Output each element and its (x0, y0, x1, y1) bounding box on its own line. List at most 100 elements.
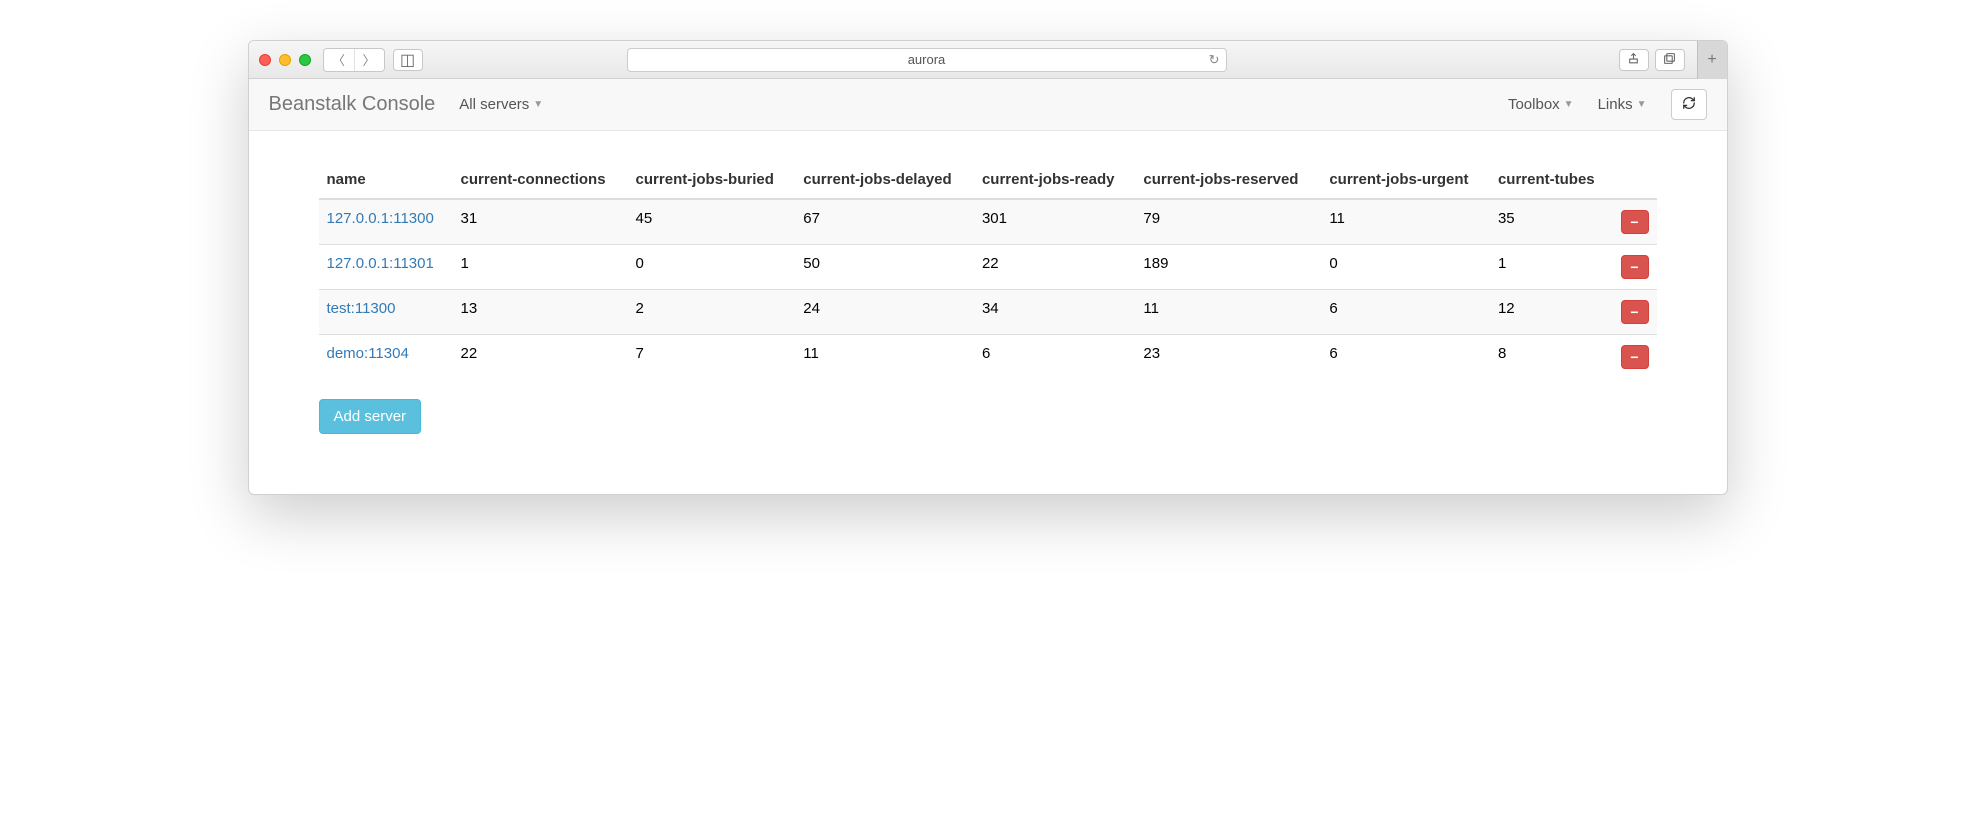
cell-delayed: 24 (795, 290, 974, 335)
cell-delayed: 67 (795, 199, 974, 245)
plus-icon: + (1707, 51, 1716, 69)
window-close-button[interactable] (259, 54, 271, 66)
th-actions (1613, 161, 1657, 199)
share-icon (1627, 52, 1640, 68)
th-tubes: current-tubes (1490, 161, 1613, 199)
th-urgent: current-jobs-urgent (1321, 161, 1490, 199)
tabs-icon (1663, 52, 1676, 68)
new-tab-button[interactable]: + (1697, 41, 1727, 79)
cell-ready: 301 (974, 199, 1135, 245)
cell-delayed: 11 (795, 335, 974, 380)
server-link[interactable]: 127.0.0.1:11300 (327, 210, 434, 227)
th-reserved: current-jobs-reserved (1135, 161, 1321, 199)
nav-back-forward: 〈 〉 (323, 48, 385, 72)
cell-buried: 45 (628, 199, 796, 245)
cell-tubes: 1 (1490, 245, 1613, 290)
cell-tubes: 8 (1490, 335, 1613, 380)
server-link[interactable]: demo:11304 (327, 345, 409, 362)
table-row: demo:113042271162368− (319, 335, 1657, 380)
cell-tubes: 12 (1490, 290, 1613, 335)
cell-actions: − (1613, 199, 1657, 245)
table-row: 127.0.0.1:1130110502218901− (319, 245, 1657, 290)
sidebar-toggle-button[interactable]: ◫ (393, 49, 423, 71)
cell-name: 127.0.0.1:11301 (319, 245, 453, 290)
refresh-button[interactable] (1671, 89, 1707, 120)
caret-down-icon: ▼ (1637, 99, 1647, 110)
cell-buried: 2 (628, 290, 796, 335)
minus-icon: − (1630, 304, 1638, 320)
titlebar: 〈 〉 ◫ aurora ↻ + (249, 41, 1727, 79)
cell-reserved: 189 (1135, 245, 1321, 290)
server-link[interactable]: test:11300 (327, 300, 396, 317)
th-connections: current-connections (453, 161, 628, 199)
cell-urgent: 11 (1321, 199, 1490, 245)
add-server-button[interactable]: Add server (319, 399, 422, 434)
minus-icon: − (1630, 214, 1638, 230)
cell-delayed: 50 (795, 245, 974, 290)
server-link[interactable]: 127.0.0.1:11301 (327, 255, 434, 272)
cell-ready: 6 (974, 335, 1135, 380)
cell-name: 127.0.0.1:11300 (319, 199, 453, 245)
cell-connections: 13 (453, 290, 628, 335)
nav-links-label: Links (1598, 96, 1633, 113)
traffic-lights (259, 54, 311, 66)
delete-server-button[interactable]: − (1621, 345, 1649, 369)
delete-server-button[interactable]: − (1621, 300, 1649, 324)
th-buried: current-jobs-buried (628, 161, 796, 199)
delete-server-button[interactable]: − (1621, 255, 1649, 279)
cell-reserved: 23 (1135, 335, 1321, 380)
nav-all-servers-label: All servers (459, 96, 529, 113)
refresh-icon (1682, 97, 1696, 113)
cell-name: test:11300 (319, 290, 453, 335)
table-row: 127.0.0.1:11300 314567301791135 − (319, 199, 1657, 245)
th-delayed: current-jobs-delayed (795, 161, 974, 199)
address-text: aurora (908, 52, 946, 67)
cell-actions: − (1613, 335, 1657, 380)
table-header-row: name current-connections current-jobs-bu… (319, 161, 1657, 199)
back-button[interactable]: 〈 (324, 49, 354, 71)
chevron-right-icon: 〉 (362, 50, 375, 69)
delete-server-button[interactable]: − (1621, 210, 1649, 234)
th-ready: current-jobs-ready (974, 161, 1135, 199)
navbar-right: Toolbox ▼ Links ▼ (1508, 89, 1707, 120)
navbar: Beanstalk Console All servers ▼ Toolbox … (249, 79, 1727, 131)
caret-down-icon: ▼ (533, 99, 543, 110)
titlebar-right-controls: + (1619, 49, 1717, 71)
th-name: name (319, 161, 453, 199)
cell-urgent: 6 (1321, 290, 1490, 335)
tabs-button[interactable] (1655, 49, 1685, 71)
minus-icon: − (1630, 349, 1638, 365)
window-maximize-button[interactable] (299, 54, 311, 66)
cell-urgent: 0 (1321, 245, 1490, 290)
cell-reserved: 11 (1135, 290, 1321, 335)
cell-connections: 22 (453, 335, 628, 380)
content: name current-connections current-jobs-bu… (249, 131, 1727, 494)
cell-buried: 7 (628, 335, 796, 380)
cell-ready: 34 (974, 290, 1135, 335)
chevron-left-icon: 〈 (332, 50, 345, 69)
sidebar-icon: ◫ (400, 50, 415, 70)
browser-window: 〈 〉 ◫ aurora ↻ + (248, 40, 1728, 495)
cell-connections: 1 (453, 245, 628, 290)
address-bar[interactable]: aurora ↻ (627, 48, 1227, 72)
cell-tubes: 35 (1490, 199, 1613, 245)
cell-name: demo:11304 (319, 335, 453, 380)
nav-links[interactable]: Links ▼ (1598, 96, 1647, 113)
forward-button[interactable]: 〉 (354, 49, 384, 71)
cell-actions: − (1613, 290, 1657, 335)
brand[interactable]: Beanstalk Console (269, 93, 436, 116)
table-row: test:11300 132243411612 − (319, 290, 1657, 335)
cell-reserved: 79 (1135, 199, 1321, 245)
share-button[interactable] (1619, 49, 1649, 71)
reload-icon[interactable]: ↻ (1209, 52, 1220, 68)
cell-ready: 22 (974, 245, 1135, 290)
cell-urgent: 6 (1321, 335, 1490, 380)
nav-toolbox-label: Toolbox (1508, 96, 1560, 113)
caret-down-icon: ▼ (1564, 99, 1574, 110)
servers-table: name current-connections current-jobs-bu… (319, 161, 1657, 379)
window-minimize-button[interactable] (279, 54, 291, 66)
nav-toolbox[interactable]: Toolbox ▼ (1508, 96, 1574, 113)
table-body: 127.0.0.1:11300314567301791135−127.0.0.1… (319, 199, 1657, 379)
cell-connections: 31 (453, 199, 628, 245)
nav-all-servers[interactable]: All servers ▼ (459, 96, 543, 113)
